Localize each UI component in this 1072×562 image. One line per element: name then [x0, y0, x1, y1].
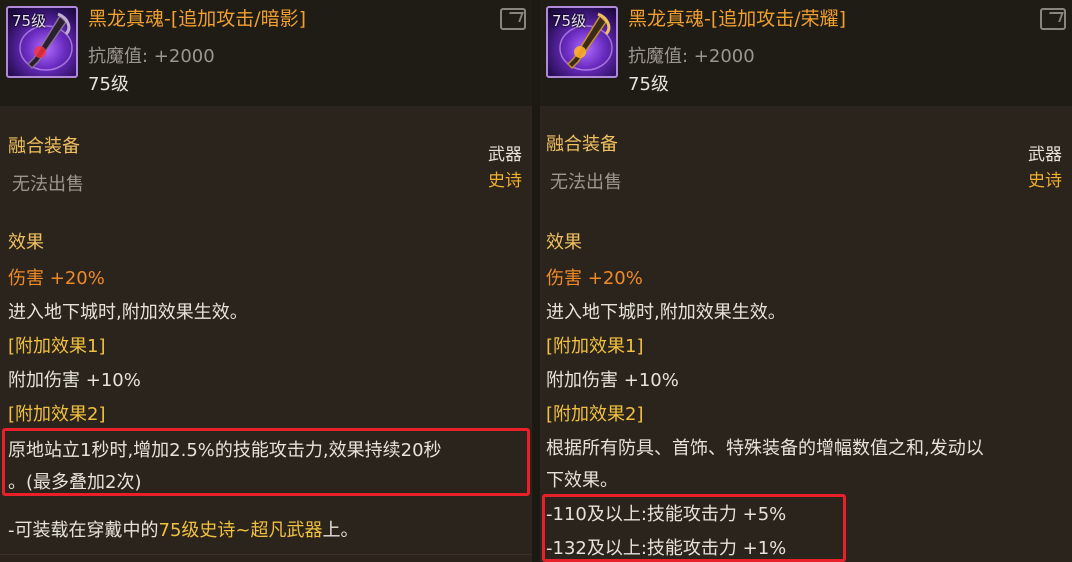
damage-line: 伤害 +20%: [8, 264, 105, 290]
equip-prefix: -可装载在穿戴中的: [8, 520, 159, 541]
bonus2-title: [附加效果2]: [546, 404, 644, 425]
bonus1-value: +10%: [623, 370, 679, 391]
sell-status: 无法出售: [550, 172, 622, 193]
slot-type: 武器: [488, 145, 522, 165]
bonus1-line: 附加伤害 +10%: [546, 366, 679, 392]
damage-label: 伤害: [8, 268, 44, 289]
icon-level-tag: 75级: [12, 12, 47, 30]
divider: [0, 554, 532, 555]
bonus2-line1: 根据所有防具、首饰、特殊装备的增幅数值之和,发动以: [546, 438, 984, 459]
bonus1-label: 附加伤害: [546, 370, 618, 391]
damage-value: +20%: [587, 268, 643, 289]
share-icon[interactable]: [500, 8, 526, 30]
magic-resistance-stat: 抗魔值: +2000: [88, 46, 215, 67]
tooltip-header: 75级 黑龙真魂-[追加攻击/暗影] 抗魔值: +2000 75级: [0, 0, 532, 106]
tooltip-header: 75级 黑龙真魂-[追加攻击/荣耀] 抗魔值: +2000 75级: [540, 0, 1072, 106]
dungeon-note: 进入地下城时,附加效果生效。: [546, 302, 786, 323]
grade-badge: 史诗: [1028, 171, 1062, 191]
bonus2-line2: 下效果。: [546, 470, 618, 491]
item-level: 75级: [88, 74, 129, 95]
bonus1-title: [附加效果1]: [8, 336, 106, 357]
bonus1-value: +10%: [85, 370, 141, 391]
effect-title: 效果: [546, 232, 582, 253]
share-icon[interactable]: [1040, 8, 1066, 30]
dungeon-note: 进入地下城时,附加效果生效。: [8, 302, 248, 323]
equip-restriction: -可装载在穿戴中的75级史诗~超凡武器上。: [8, 516, 359, 542]
panel-divider: [532, 0, 540, 562]
damage-value: +20%: [49, 268, 105, 289]
magic-resistance-stat: 抗魔值: +2000: [628, 46, 755, 67]
category-label: 融合装备: [546, 134, 618, 155]
slot-type: 武器: [1028, 145, 1062, 165]
item-tooltip-left: 75级 黑龙真魂-[追加攻击/暗影] 抗魔值: +2000 75级 融合装备 无…: [0, 0, 532, 562]
item-name: 黑龙真魂-[追加攻击/荣耀]: [628, 8, 847, 30]
bonus1-label: 附加伤害: [8, 370, 80, 391]
sell-status: 无法出售: [12, 174, 84, 195]
item-icon[interactable]: 75级: [6, 6, 78, 78]
grade-badge: 史诗: [488, 171, 522, 191]
highlight-box: [2, 428, 530, 496]
equip-highlight: 75级史诗~超凡武器: [158, 520, 323, 541]
icon-level-tag: 75级: [552, 12, 587, 30]
equip-suffix: 上。: [322, 520, 359, 541]
damage-label: 伤害: [546, 268, 582, 289]
item-level: 75级: [628, 74, 669, 95]
category-label: 融合装备: [8, 136, 80, 157]
bonus1-line: 附加伤害 +10%: [8, 366, 141, 392]
item-name: 黑龙真魂-[追加攻击/暗影]: [88, 8, 307, 30]
item-tooltip-right: 75级 黑龙真魂-[追加攻击/荣耀] 抗魔值: +2000 75级 融合装备 无…: [540, 0, 1072, 562]
effect-title: 效果: [8, 232, 44, 253]
bonus2-title: [附加效果2]: [8, 404, 106, 425]
bonus1-title: [附加效果1]: [546, 336, 644, 357]
highlight-box: [542, 494, 846, 562]
damage-line: 伤害 +20%: [546, 264, 643, 290]
item-icon[interactable]: 75级: [546, 6, 618, 78]
